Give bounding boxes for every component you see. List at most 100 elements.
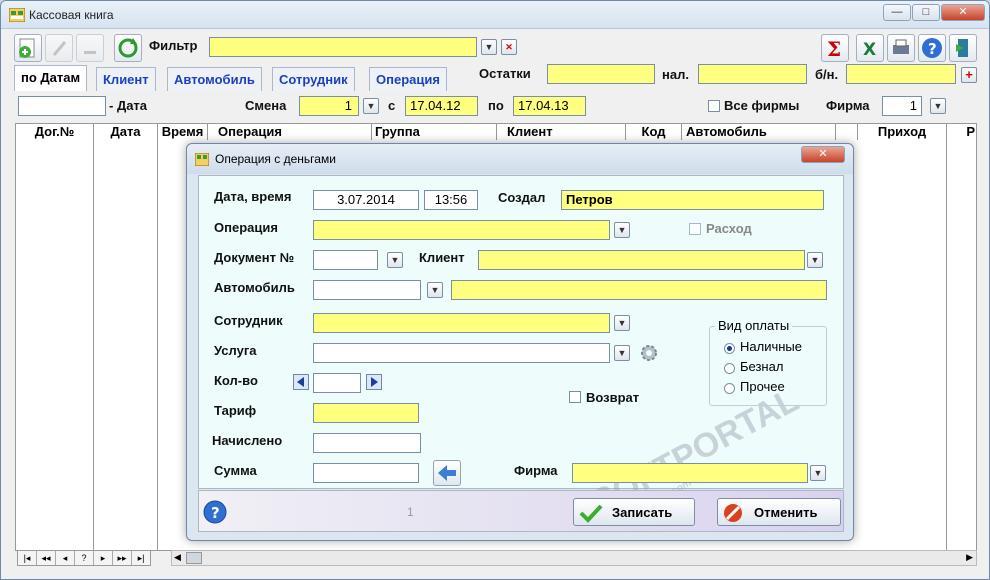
col-client[interactable]: Клиент: [497, 123, 626, 140]
dialog-firm-label: Фирма: [514, 463, 558, 478]
col-contract[interactable]: Дог.№: [16, 123, 94, 140]
add-button[interactable]: [14, 34, 42, 62]
col-time[interactable]: Время: [158, 123, 208, 140]
help-button[interactable]: ?: [918, 34, 946, 62]
col-r[interactable]: Р: [947, 123, 977, 140]
scroll-right-icon[interactable]: ▶: [966, 552, 973, 563]
filter-dropdown-button[interactable]: ▼: [481, 39, 497, 55]
filter-input[interactable]: [209, 37, 477, 57]
close-icon: ✕: [505, 42, 513, 52]
filter-clear-button[interactable]: ✕: [501, 39, 517, 55]
minimize-button[interactable]: —: [883, 4, 911, 21]
client-dropdown-button[interactable]: ▼: [807, 252, 823, 268]
car-number-field[interactable]: [313, 280, 421, 300]
expense-checkbox[interactable]: [689, 223, 701, 235]
operation-field[interactable]: [313, 220, 610, 240]
excel-button[interactable]: X: [856, 34, 884, 62]
cancel-button[interactable]: Отменить: [717, 498, 841, 526]
col-group[interactable]: Группа: [372, 123, 497, 140]
payment-noncash-radio[interactable]: [724, 363, 735, 374]
col-date[interactable]: Дата: [94, 123, 158, 140]
document-field[interactable]: [313, 250, 378, 270]
tab-client[interactable]: Клиент: [96, 67, 156, 91]
col-income[interactable]: Приход: [858, 123, 947, 140]
to-date-field[interactable]: 17.04.13: [513, 96, 586, 116]
dialog-help-button[interactable]: ?: [202, 499, 228, 525]
svg-text:Σ: Σ: [827, 37, 841, 61]
horizontal-scrollbar[interactable]: ◀ ▶: [171, 550, 977, 566]
from-date-field[interactable]: 17.04.12: [405, 96, 478, 116]
title-bar: Кассовая книга — □ ✕: [1, 1, 989, 29]
payment-cash-radio[interactable]: [724, 343, 735, 354]
employee-field[interactable]: [313, 313, 610, 333]
qty-decrease-button[interactable]: [293, 374, 309, 390]
qty-field[interactable]: [313, 373, 361, 393]
close-button[interactable]: ✕: [941, 4, 985, 21]
car-description-field[interactable]: [451, 280, 827, 300]
exit-button[interactable]: [949, 34, 977, 62]
tab-car[interactable]: Автомобиль: [167, 67, 262, 91]
firm-field[interactable]: 1: [882, 96, 922, 116]
date-field[interactable]: 3.07.2014: [313, 190, 419, 210]
scroll-thumb[interactable]: [186, 552, 202, 564]
save-button[interactable]: Записать: [573, 498, 695, 526]
add-balance-button[interactable]: +: [961, 67, 977, 83]
nav-last-button[interactable]: ▸|: [132, 551, 150, 565]
employee-dropdown-button[interactable]: ▼: [614, 315, 630, 331]
operation-dropdown-button[interactable]: ▼: [614, 222, 630, 238]
edit-button[interactable]: [45, 34, 73, 62]
col-code[interactable]: Код: [626, 123, 682, 140]
qty-increase-button[interactable]: [366, 374, 382, 390]
date-input[interactable]: [18, 96, 106, 116]
shift-field[interactable]: 1: [299, 96, 359, 116]
svg-text:X: X: [863, 40, 876, 60]
print-button[interactable]: [887, 34, 915, 62]
tab-employee[interactable]: Сотрудник: [272, 67, 355, 91]
sum-button[interactable]: Σ: [821, 34, 849, 62]
all-firms-checkbox[interactable]: [708, 100, 720, 112]
col-operation[interactable]: Операция: [208, 123, 372, 140]
dialog-title-bar: Операция с деньгами ✕: [187, 144, 853, 174]
dialog-firm-dropdown-button[interactable]: ▼: [810, 465, 826, 481]
nav-next-button[interactable]: ▸: [94, 551, 113, 565]
service-dropdown-button[interactable]: ▼: [614, 345, 630, 361]
payment-other-radio[interactable]: [724, 383, 735, 394]
refresh-icon: [118, 38, 138, 58]
tariff-field[interactable]: [313, 403, 419, 423]
sum-field[interactable]: [313, 463, 419, 483]
service-field[interactable]: [313, 343, 610, 363]
nav-help-button[interactable]: ?: [75, 551, 94, 565]
copy-sum-button[interactable]: [433, 460, 461, 486]
car-dropdown-button[interactable]: ▼: [427, 282, 443, 298]
nav-prev-button[interactable]: ◂: [56, 551, 75, 565]
col-car[interactable]: Автомобиль: [682, 123, 836, 140]
refresh-button[interactable]: [114, 34, 142, 62]
dialog-firm-field[interactable]: [572, 463, 808, 483]
service-label: Услуга: [214, 343, 257, 358]
nav-prev-page-button[interactable]: ◂◂: [37, 551, 56, 565]
nav-first-button[interactable]: |◂: [18, 551, 37, 565]
service-settings-button[interactable]: [639, 343, 659, 366]
delete-button[interactable]: [76, 34, 104, 62]
maximize-button[interactable]: □: [912, 4, 940, 21]
from-label: с: [388, 98, 396, 113]
nav-next-page-button[interactable]: ▸▸: [113, 551, 132, 565]
document-dropdown-button[interactable]: ▼: [387, 252, 403, 268]
close-icon: ✕: [818, 148, 828, 160]
chevron-down-icon: ▼: [617, 318, 627, 328]
time-field[interactable]: 13:56: [424, 190, 478, 210]
tab-by-dates[interactable]: по Датам: [14, 65, 88, 91]
tab-operation[interactable]: Операция: [369, 67, 447, 91]
scroll-left-icon[interactable]: ◀: [174, 552, 181, 563]
dialog-app-icon: [194, 152, 210, 169]
return-checkbox[interactable]: [569, 391, 581, 403]
firm-label: Фирма: [826, 98, 870, 113]
shift-dropdown-button[interactable]: ▼: [363, 98, 379, 114]
expense-label: Расход: [706, 221, 752, 236]
dialog-close-button[interactable]: ✕: [801, 146, 845, 163]
qty-label: Кол-во: [214, 373, 258, 388]
filter-label: Фильтр: [149, 38, 198, 53]
payment-cash-label: Наличные: [740, 339, 802, 354]
firm-dropdown-button[interactable]: ▼: [930, 98, 946, 114]
client-field[interactable]: [478, 250, 805, 270]
